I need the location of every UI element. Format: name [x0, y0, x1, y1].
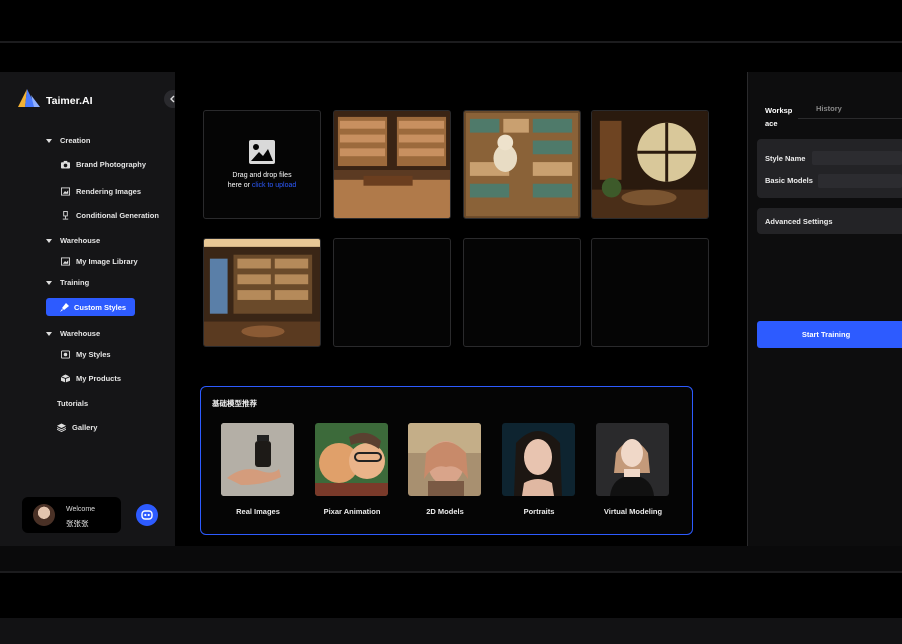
nav-item-custom-styles[interactable]: Custom Styles: [46, 298, 135, 316]
model-thumbnail: [221, 423, 294, 496]
image-render-icon: [61, 187, 70, 196]
upload-dropzone[interactable]: Drag and drop files here or click to upl…: [203, 110, 321, 219]
nav-section-label: Creation: [60, 136, 91, 145]
model-thumbnail: [315, 423, 388, 496]
nav-item-label: Custom Styles: [74, 302, 127, 312]
caret-down-icon: [46, 280, 52, 285]
box-icon: [61, 374, 70, 383]
uploaded-image-library-4[interactable]: [203, 238, 321, 347]
lamp-icon: [62, 211, 69, 220]
nav-section-warehouse-2[interactable]: Warehouse: [46, 329, 100, 338]
base-model-recommendations: 基础模型推荐 Real Images Pixar Animation 2D Mo…: [200, 386, 693, 535]
nav-item-label: Gallery: [72, 423, 98, 432]
uploaded-image-library-2[interactable]: [463, 110, 581, 219]
library-photo: [334, 111, 450, 218]
bottom-bar-divider: [0, 571, 902, 573]
nav-item-label: Rendering Images: [76, 187, 142, 196]
styles-icon: [61, 350, 70, 359]
nav-section-label: Warehouse: [60, 236, 101, 245]
nav-item-my-styles[interactable]: My Styles: [61, 350, 111, 359]
click-to-upload-link[interactable]: click to upload: [252, 182, 296, 189]
start-training-button[interactable]: Start Training: [757, 321, 902, 348]
nav-section-creation[interactable]: Creation: [46, 136, 90, 145]
assistant-button[interactable]: [136, 504, 158, 526]
nav-item-rendering-images[interactable]: Rendering Images: [61, 187, 141, 196]
nav-item-label: My Styles: [76, 350, 111, 359]
model-label: Portraits: [523, 507, 555, 516]
basic-models-select[interactable]: [818, 174, 902, 188]
nav-item-label: My Products: [76, 374, 122, 383]
user-name: 张张张: [66, 519, 89, 528]
nav-item-label: My Image Library: [76, 257, 138, 266]
study-room-photo: [204, 239, 320, 346]
brush-icon: [60, 302, 69, 312]
footer-bar: [0, 618, 902, 644]
tabs-underline: [798, 118, 902, 119]
nav-section-label: Training: [60, 278, 90, 287]
caret-down-icon: [46, 238, 52, 243]
model-card-pixar-animation[interactable]: Pixar Animation: [315, 423, 389, 516]
nav-section-warehouse[interactable]: Warehouse: [46, 236, 100, 245]
model-label: 2D Models: [426, 507, 464, 516]
model-thumbnail: [408, 423, 481, 496]
bottom-bar: [0, 546, 902, 572]
nav-item-gallery[interactable]: Gallery: [57, 423, 97, 432]
top-bar: [0, 0, 902, 42]
taimer-logo-icon: [18, 89, 40, 107]
basic-models-label: Basic Models: [765, 176, 813, 185]
user-card[interactable]: Welcome 张张张: [22, 497, 121, 533]
caret-down-icon: [46, 138, 52, 143]
model-card-real-images[interactable]: Real Images: [221, 423, 295, 516]
robot-icon: [141, 510, 153, 520]
style-settings-card: [757, 139, 902, 198]
top-bar-divider: [0, 41, 902, 43]
empty-image-slot[interactable]: [591, 238, 709, 347]
image-library-icon: [61, 257, 70, 266]
caret-down-icon: [46, 331, 52, 336]
upload-instructions: Drag and drop files here or click to upl…: [227, 171, 297, 191]
brand-name: Taimer.AI: [46, 95, 93, 107]
style-name-label: Style Name: [765, 154, 806, 163]
model-label: Virtual Modeling: [603, 507, 663, 516]
nav-section-label: Warehouse: [60, 329, 101, 338]
empty-image-slot[interactable]: [463, 238, 581, 347]
nav-item-my-products[interactable]: My Products: [61, 374, 121, 383]
image-upload-icon: [249, 139, 275, 164]
style-name-input[interactable]: [812, 151, 902, 165]
nav-item-tutorials[interactable]: Tutorials: [57, 399, 88, 408]
avatar: [33, 504, 55, 526]
empty-image-slot[interactable]: [333, 238, 451, 347]
tab-history[interactable]: History: [816, 104, 842, 113]
nav-section-training[interactable]: Training: [46, 278, 89, 287]
layers-icon: [57, 423, 66, 432]
nav-item-label: Tutorials: [57, 399, 89, 408]
uploaded-image-library-1[interactable]: [333, 110, 451, 219]
model-label: Real Images: [236, 507, 280, 516]
welcome-text: Welcome: [66, 506, 96, 513]
cat-bookshelf-photo: [464, 111, 580, 218]
model-thumbnail: [596, 423, 669, 496]
nav-item-conditional-generation[interactable]: Conditional Generation: [61, 211, 159, 220]
recommendations-title: 基础模型推荐: [212, 399, 257, 408]
nav-item-label: Brand Photography: [76, 160, 147, 169]
uploaded-image-library-3[interactable]: [591, 110, 709, 219]
nav-item-my-image-library[interactable]: My Image Library: [61, 257, 138, 266]
model-thumbnail: [502, 423, 575, 496]
tab-workspace[interactable]: Worksp ace: [765, 104, 799, 130]
model-label: Pixar Animation: [323, 507, 381, 516]
advanced-settings-label: Advanced Settings: [765, 217, 833, 226]
round-window-library-photo: [592, 111, 708, 218]
nav-item-label: Conditional Generation: [76, 211, 159, 220]
camera-icon: [61, 160, 70, 169]
model-card-virtual-modeling[interactable]: Virtual Modeling: [596, 423, 670, 516]
model-card-portraits[interactable]: Portraits: [502, 423, 576, 516]
model-card-2d-models[interactable]: 2D Models: [408, 423, 482, 516]
nav-item-brand-photography[interactable]: Brand Photography: [61, 160, 146, 169]
